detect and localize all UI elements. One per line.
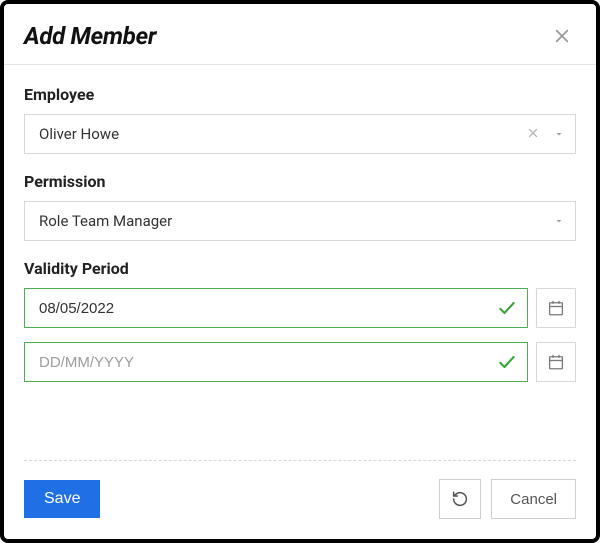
close-button[interactable] (548, 22, 576, 50)
validity-end-field[interactable] (24, 342, 528, 382)
close-icon (553, 27, 571, 45)
check-icon (497, 298, 517, 318)
calendar-icon (547, 353, 565, 371)
validity-end-input[interactable] (39, 354, 497, 371)
permission-label: Permission (24, 172, 576, 191)
modal-header: Add Member (4, 4, 596, 65)
chevron-down-icon (553, 128, 565, 140)
permission-select[interactable]: Role Team Manager (24, 201, 576, 241)
calendar-icon (547, 299, 565, 317)
employee-value: Oliver Howe (39, 125, 519, 143)
employee-label: Employee (24, 85, 576, 104)
permission-caret (547, 215, 565, 227)
modal-title: Add Member (24, 22, 156, 50)
check-icon (497, 352, 517, 372)
permission-value: Role Team Manager (39, 212, 547, 230)
save-button[interactable]: Save (24, 480, 100, 518)
employee-clear-button[interactable] (519, 125, 547, 143)
add-member-modal: Add Member Employee Oliver Howe (0, 0, 600, 543)
modal-footer: Save Cancel (24, 460, 576, 539)
undo-icon (451, 490, 469, 508)
validity-end-calendar-button[interactable] (536, 342, 576, 382)
chevron-down-icon (553, 215, 565, 227)
employee-caret (547, 128, 565, 140)
clear-icon (527, 127, 539, 139)
validity-end-row (24, 342, 576, 382)
validity-start-row (24, 288, 576, 328)
footer-right: Cancel (439, 479, 576, 519)
validity-label: Validity Period (24, 259, 576, 278)
employee-select[interactable]: Oliver Howe (24, 114, 576, 154)
modal-body: Employee Oliver Howe Permission Role Tea… (4, 65, 596, 460)
validity-start-input[interactable] (39, 300, 497, 317)
validity-start-field[interactable] (24, 288, 528, 328)
reset-button[interactable] (439, 479, 481, 519)
validity-start-calendar-button[interactable] (536, 288, 576, 328)
cancel-button[interactable]: Cancel (491, 479, 576, 519)
